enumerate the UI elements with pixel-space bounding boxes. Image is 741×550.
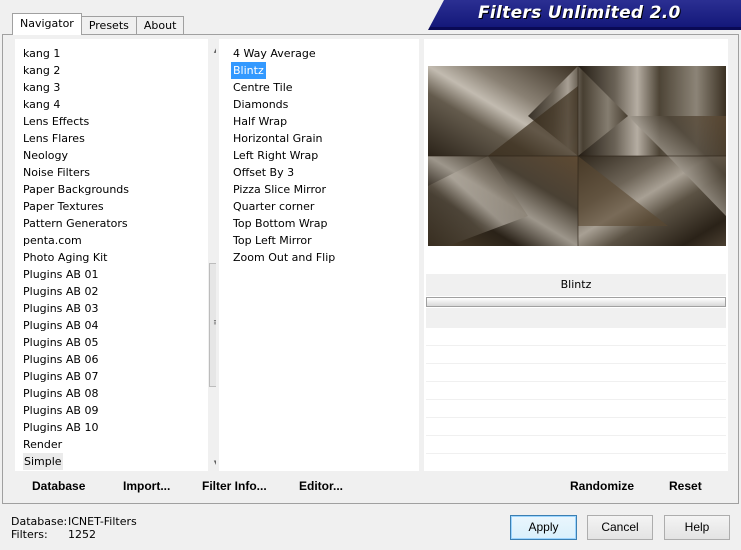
category-item[interactable]: Neology [23,147,68,164]
tab-navigator[interactable]: Navigator [12,13,82,35]
database-button[interactable]: Database [32,479,85,493]
navigator-panel: kang 1 kang 2 kang 3 kang 4 Lens Effects Lens… [2,34,739,504]
filter-item[interactable]: 4 Way Average [231,45,318,62]
filter-item[interactable]: Offset By 3 [231,164,296,181]
category-item[interactable]: Plugins AB 10 [23,419,98,436]
category-item[interactable]: Plugins AB 09 [23,402,98,419]
banner-title: Filters Unlimited 2.0 [478,3,681,23]
filter-item[interactable]: Diamonds [231,96,290,113]
database-status-label: Database: [11,515,68,528]
preview-graphic [428,66,726,246]
divider [426,453,726,454]
scroll-thumb[interactable]: ≡ [209,263,216,387]
cancel-button[interactable]: Cancel [587,515,653,540]
category-item[interactable]: Paper Backgrounds [23,181,129,198]
divider [426,435,726,436]
category-item[interactable]: Plugins AB 06 [23,351,98,368]
category-item[interactable]: Simple [23,453,63,470]
filter-preview-image [428,66,726,246]
filter-item[interactable]: Centre Tile [231,79,295,96]
category-item[interactable]: penta.com [23,232,82,249]
tab-presets[interactable]: Presets [80,16,137,35]
category-list[interactable]: kang 1 kang 2 kang 3 kang 4 Lens Effects Lens… [15,39,216,471]
filter-name-label: Blintz [426,274,726,296]
reset-button[interactable]: Reset [669,479,702,493]
database-status-value: ICNET-Filters [68,515,137,528]
category-item[interactable]: kang 1 [23,45,60,62]
category-item[interactable]: Pattern Generators [23,215,128,232]
category-item[interactable]: Plugins AB 03 [23,300,98,317]
category-item[interactable]: Plugins AB 07 [23,368,98,385]
filter-item[interactable]: Blintz [231,62,266,79]
filter-item[interactable]: Pizza Slice Mirror [231,181,328,198]
category-item[interactable]: Plugins AB 04 [23,317,98,334]
tab-bar: Navigator Presets About [12,13,185,35]
divider [426,399,726,400]
status-area: Database: ICNET-Filters Filters: 1252 [11,515,137,541]
scroll-up-icon[interactable]: ▲ [208,42,216,59]
filters-status-value: 1252 [68,528,96,541]
grip-icon: ≡ [213,319,216,328]
tab-about[interactable]: About [135,16,185,35]
divider [426,381,726,382]
category-item[interactable]: Render [23,436,62,453]
category-item[interactable]: Photo Aging Kit [23,249,107,266]
category-item[interactable]: Plugins AB 01 [23,266,98,283]
category-item[interactable]: kang 3 [23,79,60,96]
randomize-button[interactable]: Randomize [570,479,634,493]
divider [426,363,726,364]
filter-item[interactable]: Quarter corner [231,198,316,215]
filter-item[interactable]: Horizontal Grain [231,130,324,147]
category-item[interactable]: Plugins AB 08 [23,385,98,402]
filters-status-label: Filters: [11,528,48,541]
title-banner: Filters Unlimited 2.0 [428,0,741,30]
category-item[interactable]: Noise Filters [23,164,90,181]
help-button[interactable]: Help [664,515,730,540]
spacer-row [426,308,726,328]
scroll-down-icon[interactable]: ▼ [208,455,216,471]
import-button[interactable]: Import... [123,479,170,493]
category-item[interactable]: kang 4 [23,96,60,113]
category-item[interactable]: Lens Flares [23,130,85,147]
divider [426,417,726,418]
filter-item[interactable]: Left Right Wrap [231,147,320,164]
left-action-bar: Database Import... Filter Info... Editor… [15,473,421,498]
filter-item[interactable]: Top Left Mirror [231,232,314,249]
right-action-bar: Randomize Reset [424,473,728,498]
filter-item[interactable]: Half Wrap [231,113,289,130]
apply-button[interactable]: Apply [510,515,577,540]
filter-item[interactable]: Top Bottom Wrap [231,215,330,232]
editor-button[interactable]: Editor... [299,479,343,493]
filter-info-button[interactable]: Filter Info... [202,479,267,493]
preview-panel: Blintz [424,39,728,471]
filter-slider[interactable] [426,297,726,307]
divider [426,345,726,346]
category-item[interactable]: kang 2 [23,62,60,79]
category-item[interactable]: Lens Effects [23,113,89,130]
category-item[interactable]: Plugins AB 02 [23,283,98,300]
filter-item[interactable]: Zoom Out and Flip [231,249,337,266]
filter-list[interactable]: 4 Way Average Blintz Centre Tile Diamonds Ha… [219,39,419,471]
category-item[interactable]: Plugins AB 05 [23,334,98,351]
category-item[interactable]: Paper Textures [23,198,104,215]
category-scrollbar[interactable]: ▲ ≡ ▼ [208,39,216,471]
